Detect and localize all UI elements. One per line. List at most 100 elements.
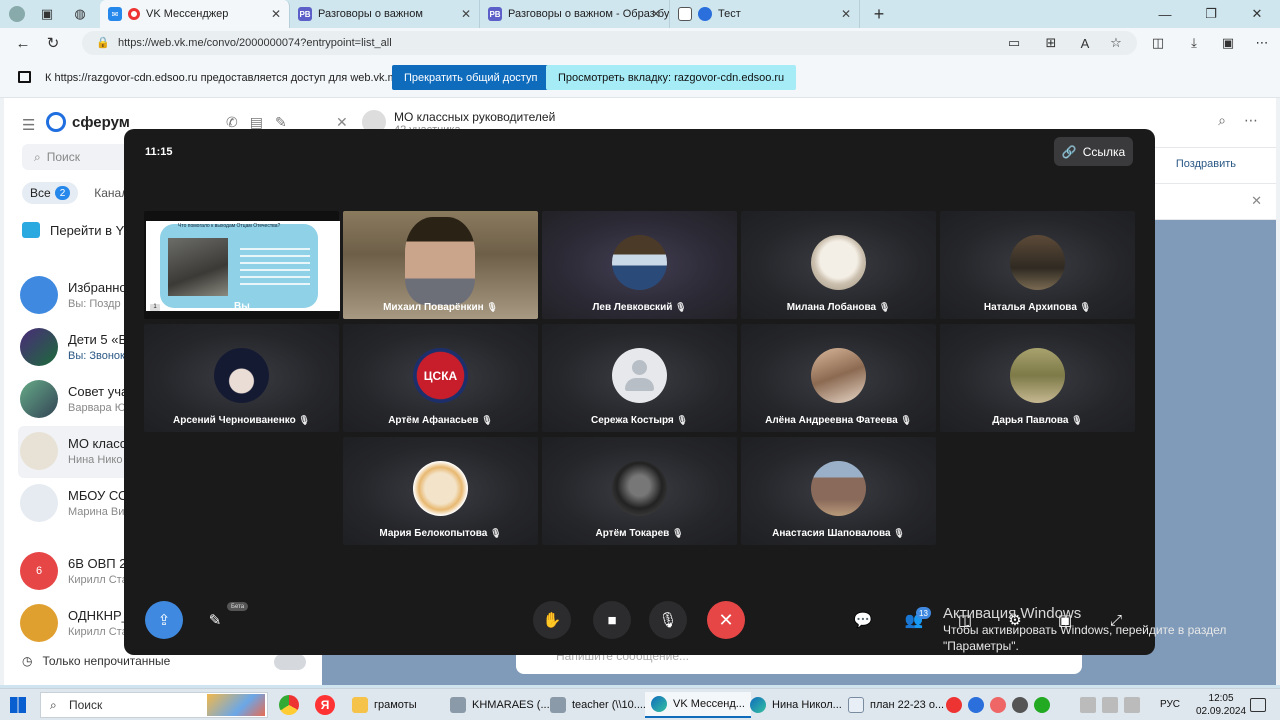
close-window-button[interactable]: ✕	[1234, 0, 1280, 28]
unread-toggle[interactable]	[274, 654, 306, 670]
clock-time: 12:05	[1208, 693, 1234, 704]
tab-razgovory[interactable]: РВ Разговоры о важном ✕	[290, 0, 480, 28]
raise-hand-button[interactable]: ✋	[533, 601, 571, 639]
minimize-button[interactable]: —	[1142, 0, 1188, 28]
mic-muted-icon: 🎙	[1071, 415, 1083, 425]
tray-app-icon[interactable]	[1034, 697, 1050, 713]
collections-icon[interactable]: ▣	[1214, 28, 1242, 58]
mic-muted-icon: 🎙	[900, 415, 912, 425]
yandex-icon[interactable]: Я	[315, 695, 335, 715]
search-highlight-icon	[207, 694, 265, 716]
search-icon: ⌕	[34, 149, 41, 164]
avatar	[811, 235, 866, 290]
participant-tile[interactable]: Анастасия Шаповалова 🎙	[741, 437, 936, 545]
windows-start-icon[interactable]	[10, 697, 26, 713]
tray-app-icon[interactable]	[990, 697, 1006, 713]
participant-tile[interactable]: ЦСКА Артём Афанасьев 🎙	[343, 324, 538, 432]
participant-tile[interactable]: Арсений Черноиваненко 🎙	[144, 324, 339, 432]
video-feed	[405, 217, 475, 305]
split-screen-icon[interactable]: ◫	[1144, 28, 1172, 58]
chat-icon[interactable]: 💬	[844, 601, 882, 639]
back-button[interactable]: ←	[8, 28, 38, 58]
battery-icon[interactable]	[1124, 697, 1140, 713]
taskbar-search[interactable]: ⌕ Поиск	[40, 692, 268, 718]
close-icon[interactable]: ✕	[1251, 193, 1262, 209]
apps-icon[interactable]: ⊞	[1037, 28, 1065, 58]
goto-link[interactable]: Перейти в Y	[22, 222, 124, 238]
stop-sharing-button[interactable]: Прекратить общий доступ	[392, 65, 550, 90]
close-tab-icon[interactable]: ✕	[841, 7, 851, 21]
tab-vk-messenger[interactable]: ✉ VK Мессенджер ✕	[100, 0, 290, 28]
network-icon[interactable]	[1080, 697, 1096, 713]
tab-razgovory-obraz[interactable]: РВ Разговоры о важном - Образ бу ✕	[480, 0, 670, 28]
new-tab-button[interactable]: +	[866, 0, 892, 28]
vk-favicon-icon: ✉	[108, 7, 122, 21]
refresh-button[interactable]: ↻	[38, 28, 68, 58]
downloads-icon[interactable]: ⤓	[1180, 28, 1208, 58]
taskbar-item[interactable]: teacher (\\10....	[550, 692, 646, 718]
volume-icon[interactable]	[1102, 697, 1118, 713]
participant-name: Арсений Черноиваненко 🎙	[173, 415, 310, 426]
url-field[interactable]: 🔒 https://web.vk.me/convo/2000000074?ent…	[82, 31, 1137, 55]
close-tab-icon[interactable]: ✕	[461, 7, 471, 21]
close-tab-icon[interactable]: ✕	[651, 7, 661, 21]
microphone-button[interactable]: 🎙	[649, 601, 687, 639]
tab-label: VK Мессенджер	[146, 8, 229, 20]
participant-name: Мария Белокопытова 🎙	[379, 528, 502, 539]
mic-muted-icon: 🎙	[676, 415, 688, 425]
self-screen-share-tile[interactable]: Что помогало к выходам Отцам Отечества? …	[144, 211, 340, 319]
profile-icon[interactable]	[0, 0, 34, 28]
end-call-button[interactable]: ✕	[707, 601, 745, 639]
participant-tile[interactable]: Сережа Костыря 🎙	[542, 324, 737, 432]
watermark-title: Активация Windows	[943, 605, 1082, 622]
more-icon[interactable]: ⋯	[1244, 112, 1258, 129]
camera-button[interactable]: ■	[593, 601, 631, 639]
participant-tile[interactable]: Лев Левковский 🎙	[542, 211, 737, 319]
sferum-logo: сферум	[22, 112, 130, 132]
view-tab-button[interactable]: Просмотреть вкладку: razgovor-cdn.edsoo.…	[546, 65, 797, 90]
taskbar-item-active[interactable]: VK Мессенд...	[645, 692, 751, 718]
participant-tile[interactable]: Артём Токарев 🎙	[542, 437, 737, 545]
screen-share-button[interactable]: ⇪	[145, 601, 183, 639]
participant-name: Артём Афанасьев 🎙	[388, 415, 493, 426]
rv-favicon-icon: РВ	[488, 7, 502, 21]
more-menu-icon[interactable]: ⋯	[1248, 28, 1276, 58]
workspaces-icon[interactable]: ◍	[60, 0, 100, 28]
participant-tile[interactable]: Наталья Архипова 🎙	[940, 211, 1135, 319]
mic-muted-icon: 🎙	[878, 302, 891, 312]
taskbar-item[interactable]: план 22-23 о...	[848, 692, 944, 718]
participant-tile[interactable]: Дарья Павлова 🎙	[940, 324, 1135, 432]
favorite-star-icon[interactable]: ☆	[1102, 28, 1130, 58]
sferum-logo-icon	[46, 112, 66, 132]
participant-name: Михаил Поварёнкин 🎙	[383, 302, 498, 313]
restore-button[interactable]: ❐	[1188, 0, 1234, 28]
close-tab-icon[interactable]: ✕	[271, 7, 281, 21]
system-clock[interactable]: 12:05 02.09.2024	[1196, 692, 1246, 718]
tray-app-icon[interactable]	[968, 697, 984, 713]
congratulate-link[interactable]: Поздравить	[1176, 158, 1236, 170]
taskbar-item[interactable]: KHMARAES (...	[450, 692, 550, 718]
participant-tile[interactable]: Алёна Андреевна Фатеева 🎙	[741, 324, 936, 432]
mic-muted-icon: 🎙	[672, 528, 684, 538]
call-link-button[interactable]: 🔗 Ссылка	[1054, 137, 1133, 166]
language-indicator[interactable]: РУС	[1160, 699, 1180, 710]
camera-icon[interactable]: ▭	[1000, 28, 1028, 58]
notifications-icon[interactable]	[1250, 698, 1266, 712]
group-avatar-icon	[20, 484, 58, 522]
participant-tile[interactable]: Мария Белокопытова 🎙	[343, 437, 538, 545]
taskbar-item[interactable]: грамоты	[352, 692, 417, 718]
tab-actions-icon[interactable]: ▣	[34, 0, 60, 28]
chat-name: Совет уча	[68, 384, 129, 399]
search-icon[interactable]: ⌕	[1218, 112, 1226, 129]
chrome-icon[interactable]	[279, 695, 299, 715]
avatar: 6	[20, 552, 58, 590]
tray-app-icon[interactable]	[946, 697, 962, 713]
taskbar-item[interactable]: Нина Никол...	[750, 692, 842, 718]
participant-tile[interactable]: Милана Лобанова 🎙	[741, 211, 936, 319]
filter-all[interactable]: Все 2	[22, 182, 79, 204]
participant-tile[interactable]: Михаил Поварёнкин 🎙	[343, 211, 538, 319]
read-aloud-icon[interactable]: A	[1071, 28, 1099, 58]
tray-app-icon[interactable]	[1012, 697, 1028, 713]
painting-image	[168, 238, 228, 296]
tab-test[interactable]: Тест ✕	[670, 0, 860, 28]
